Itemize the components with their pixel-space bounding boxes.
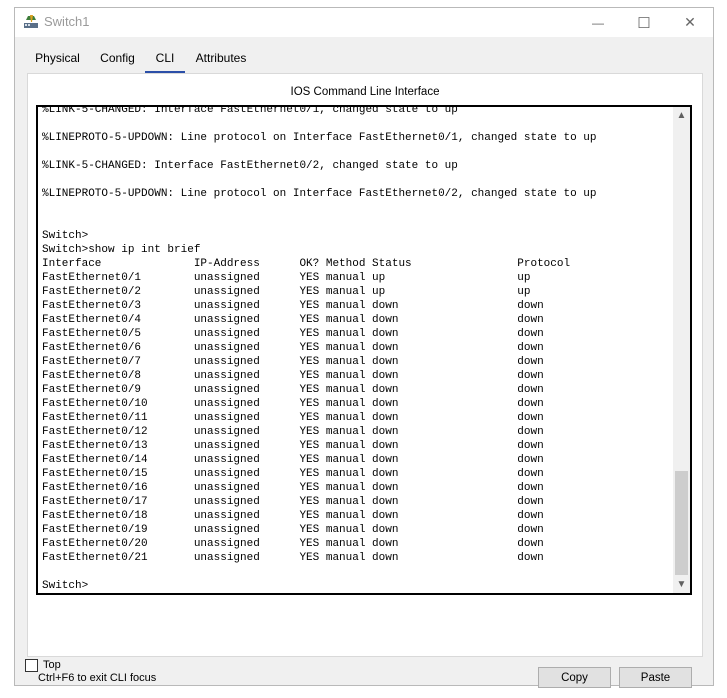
top-checkbox-label: Top (43, 659, 61, 671)
terminal-line: FastEthernet0/16 unassigned YES manual d… (42, 482, 544, 494)
scroll-up-icon[interactable]: ▲ (673, 107, 690, 124)
tab-attributes[interactable]: Attributes (193, 44, 249, 72)
terminal-scrollbar[interactable]: ▲ ▼ (673, 107, 690, 593)
window-title: Switch1 (44, 14, 90, 29)
terminal-line: FastEthernet0/2 unassigned YES manual up… (42, 286, 531, 298)
terminal-line: Switch>show ip int brief (42, 244, 201, 256)
terminal-line: FastEthernet0/20 unassigned YES manual d… (42, 538, 544, 550)
terminal-line: FastEthernet0/1 unassigned YES manual up… (42, 272, 531, 284)
cli-panel: IOS Command Line Interface %LINK-5-CHANG… (27, 73, 703, 688)
switch-app-icon (23, 14, 39, 30)
close-icon[interactable]: ✕ (667, 8, 713, 37)
terminal-line: FastEthernet0/9 unassigned YES manual do… (42, 384, 544, 396)
top-checkbox[interactable] (25, 659, 38, 672)
terminal-line: FastEthernet0/6 unassigned YES manual do… (42, 342, 544, 354)
scroll-thumb[interactable] (675, 471, 688, 575)
terminal-line: FastEthernet0/12 unassigned YES manual d… (42, 426, 544, 438)
terminal-line: FastEthernet0/18 unassigned YES manual d… (42, 510, 544, 522)
tab-cli[interactable]: CLI (145, 44, 185, 74)
terminal-line: FastEthernet0/13 unassigned YES manual d… (42, 440, 544, 452)
tab-cli-label: CLI (155, 51, 175, 65)
terminal-line: %LINK-5-CHANGED: Interface FastEthernet0… (42, 160, 458, 172)
tab-physical[interactable]: Physical (27, 44, 88, 72)
terminal-line: FastEthernet0/5 unassigned YES manual do… (42, 328, 544, 340)
terminal-line: FastEthernet0/15 unassigned YES manual d… (42, 468, 544, 480)
device-window: Switch1 — ☐ ✕ Physical Config CLI Attrib… (14, 7, 714, 688)
terminal-line: FastEthernet0/21 unassigned YES manual d… (42, 552, 544, 564)
terminal-line: FastEthernet0/19 unassigned YES manual d… (42, 524, 544, 536)
panel-title: IOS Command Line Interface (290, 86, 440, 98)
maximize-icon[interactable]: ☐ (621, 8, 667, 37)
cli-terminal[interactable]: %LINK-5-CHANGED: Interface FastEthernet0… (36, 105, 692, 595)
terminal-line: FastEthernet0/3 unassigned YES manual do… (42, 300, 544, 312)
terminal-line: Interface IP-Address OK? Method Status P… (42, 258, 571, 270)
terminal-line: %LINK-5-CHANGED: Interface FastEthernet0… (42, 105, 458, 116)
title-bar[interactable]: Switch1 — ☐ ✕ (15, 8, 713, 37)
terminal-line: FastEthernet0/4 unassigned YES manual do… (42, 314, 544, 326)
cli-focus-hint: Ctrl+F6 to exit CLI focus (38, 672, 157, 684)
terminal-line: Switch> (42, 580, 89, 592)
terminal-line: %LINEPROTO-5-UPDOWN: Line protocol on In… (42, 132, 597, 144)
terminal-line: FastEthernet0/10 unassigned YES manual d… (42, 398, 544, 410)
terminal-line: FastEthernet0/11 unassigned YES manual d… (42, 412, 544, 424)
terminal-line: %LINEPROTO-5-UPDOWN: Line protocol on In… (42, 188, 597, 200)
terminal-line: FastEthernet0/7 unassigned YES manual do… (42, 356, 544, 368)
terminal-line: Switch> (42, 230, 89, 242)
minimize-icon[interactable]: — (575, 8, 621, 37)
terminal-output: %LINK-5-CHANGED: Interface FastEthernet0… (42, 105, 597, 593)
tab-config[interactable]: Config (96, 44, 139, 72)
paste-button[interactable]: Paste (619, 667, 692, 688)
terminal-line: FastEthernet0/14 unassigned YES manual d… (42, 454, 544, 466)
scroll-down-icon[interactable]: ▼ (673, 576, 690, 593)
copy-button[interactable]: Copy (538, 667, 611, 688)
terminal-line: FastEthernet0/8 unassigned YES manual do… (42, 370, 544, 382)
terminal-line: FastEthernet0/17 unassigned YES manual d… (42, 496, 544, 508)
